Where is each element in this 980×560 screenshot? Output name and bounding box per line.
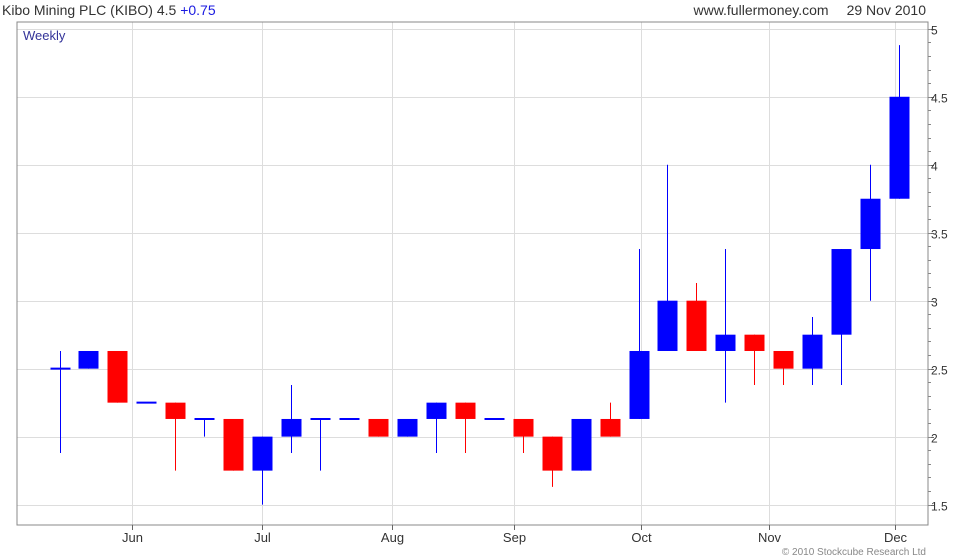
x-tick-label: Oct	[631, 530, 652, 545]
candle-body	[773, 350, 794, 369]
candle-body	[889, 96, 910, 199]
x-tick-label: Nov	[758, 530, 782, 545]
copyright-footer: © 2010 Stockcube Research Ltd	[781, 547, 926, 558]
x-tick-label: Sep	[503, 530, 526, 545]
axes: 1.5 2 2.5 3 3.5 4 4.5 5 Jun Jul Aug Sep Oct Nov Dec	[16, 21, 948, 545]
x-tick-label: Jul	[254, 530, 271, 545]
candlestick-chart: 1.5 2 2.5 3 3.5 4 4.5 5 Jun Jul Aug Sep Oct Nov Dec We…	[16, 21, 948, 545]
candle-body	[426, 402, 447, 419]
y-tick-label: 1.5	[931, 500, 948, 514]
y-tick-label: 3	[931, 296, 938, 310]
y-tick-label: 4.5	[931, 92, 948, 106]
candle-body	[542, 436, 563, 471]
candles	[50, 45, 910, 505]
candle-body	[629, 350, 650, 419]
candle-body	[600, 418, 621, 437]
y-tick-label: 3.5	[931, 228, 948, 242]
candle-body	[368, 418, 389, 437]
candle-body	[715, 334, 736, 351]
y-tick-label: 2.5	[931, 364, 948, 378]
candle-body	[571, 418, 592, 471]
candle-body	[107, 350, 128, 403]
x-tick-label: Dec	[884, 530, 908, 545]
y-tick-label: 4	[931, 160, 938, 174]
y-tick-label: 5	[931, 24, 938, 38]
interval-label: Weekly	[23, 28, 66, 43]
y-tick-label: 2	[931, 432, 938, 446]
candle-body	[802, 334, 823, 369]
candle-body	[831, 249, 852, 335]
candle-body	[686, 300, 707, 351]
candle-body	[397, 418, 418, 437]
candle-body	[78, 350, 99, 369]
candle-body	[281, 418, 302, 437]
candle-body	[455, 402, 476, 419]
grid	[17, 22, 928, 525]
x-tick-label: Aug	[381, 530, 404, 545]
candle-body	[252, 436, 273, 471]
x-tick-label: Jun	[122, 530, 143, 545]
candle-body	[223, 418, 244, 471]
candle-body	[744, 334, 765, 351]
candle-body	[165, 402, 186, 419]
candle-body	[657, 300, 678, 351]
candle-body	[513, 418, 534, 437]
candle-body	[860, 198, 881, 250]
